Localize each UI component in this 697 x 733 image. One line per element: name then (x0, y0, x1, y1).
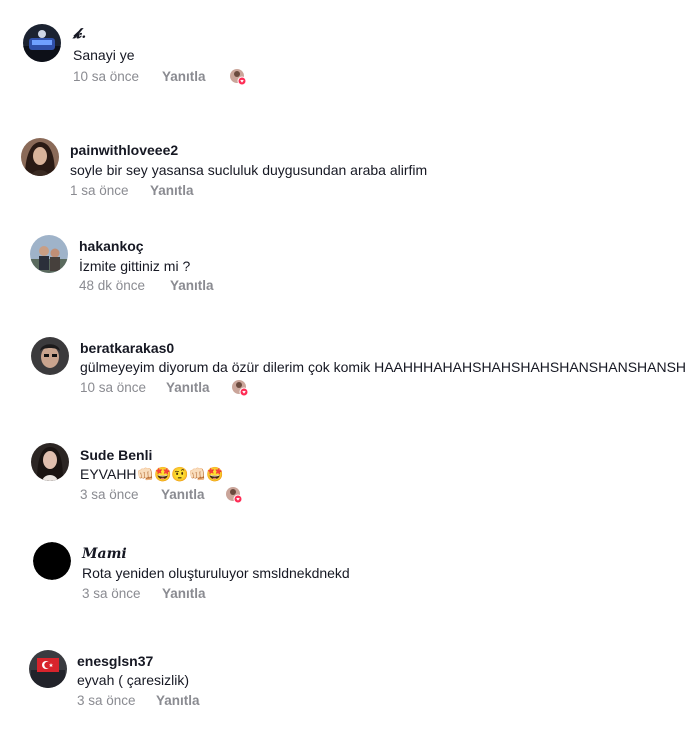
comment-item: hakankoç İzmite gittiniz mi ? 48 dk önce… (0, 228, 697, 318)
comment-timestamp: 48 dk önce (79, 278, 146, 293)
comment-username[interactable]: beratkarakas0 (80, 340, 174, 356)
comment-item: 𝑴𝒂𝒎𝒊 Rota yeniden oluşturuluyor smsldnek… (0, 536, 697, 626)
avatar[interactable] (31, 443, 69, 481)
comment-item: 𝓴. Sanayi ye 10 sa önce Yanıtla (0, 18, 697, 108)
comment-text: Rota yeniden oluşturuluyor smsldnekdnekd (82, 565, 350, 581)
creator-liked-icon (231, 379, 249, 397)
reply-button[interactable]: Yanıtla (166, 380, 210, 395)
reply-button[interactable]: Yanıtla (150, 183, 194, 198)
avatar[interactable] (21, 138, 59, 176)
comment-timestamp: 3 sa önce (77, 693, 136, 708)
comment-timestamp: 10 sa önce (80, 380, 147, 395)
comment-timestamp: 3 sa önce (82, 586, 141, 601)
avatar[interactable] (31, 337, 69, 375)
comment-timestamp: 3 sa önce (80, 487, 139, 502)
comment-username[interactable]: 𝓴. (73, 26, 86, 42)
comment-item: Sude Benli EYVAHH👊🏻🤩🤨👊🏻🤩 3 sa önce Yanıt… (0, 437, 697, 527)
avatar[interactable] (23, 24, 61, 62)
comment-text: gülmeyeyim diyorum da özür dilerim çok k… (80, 359, 687, 375)
comment-username[interactable]: hakankoç (79, 238, 144, 254)
creator-liked-icon (225, 486, 243, 504)
reply-button[interactable]: Yanıtla (161, 487, 205, 502)
comment-timestamp: 10 sa önce (73, 69, 140, 84)
comment-text: eyvah ( çaresizlik) (77, 672, 190, 688)
comment-text: Sanayi ye (73, 47, 135, 63)
avatar[interactable] (30, 235, 68, 273)
creator-liked-icon (229, 68, 247, 86)
comment-username[interactable]: 𝑴𝒂𝒎𝒊 (82, 546, 127, 562)
comment-timestamp: 1 sa önce (70, 183, 129, 198)
comment-item: painwithloveee2 soyle bir sey yasansa su… (0, 132, 697, 222)
reply-button[interactable]: Yanıtla (156, 693, 200, 708)
comment-item: beratkarakas0 gülmeyeyim diyorum da özür… (0, 332, 697, 422)
avatar[interactable] (33, 542, 71, 580)
comment-username[interactable]: enesglsn37 (77, 653, 153, 669)
avatar[interactable] (29, 650, 67, 688)
comment-text: EYVAHH👊🏻🤩🤨👊🏻🤩 (80, 466, 224, 482)
reply-button[interactable]: Yanıtla (162, 69, 206, 84)
reply-button[interactable]: Yanıtla (170, 278, 214, 293)
comment-text: İzmite gittiniz mi ? (79, 258, 191, 274)
comment-username[interactable]: painwithloveee2 (70, 142, 178, 158)
comment-text: soyle bir sey yasansa sucluluk duygusund… (70, 162, 428, 178)
reply-button[interactable]: Yanıtla (162, 586, 206, 601)
comment-username[interactable]: Sude Benli (80, 447, 152, 463)
